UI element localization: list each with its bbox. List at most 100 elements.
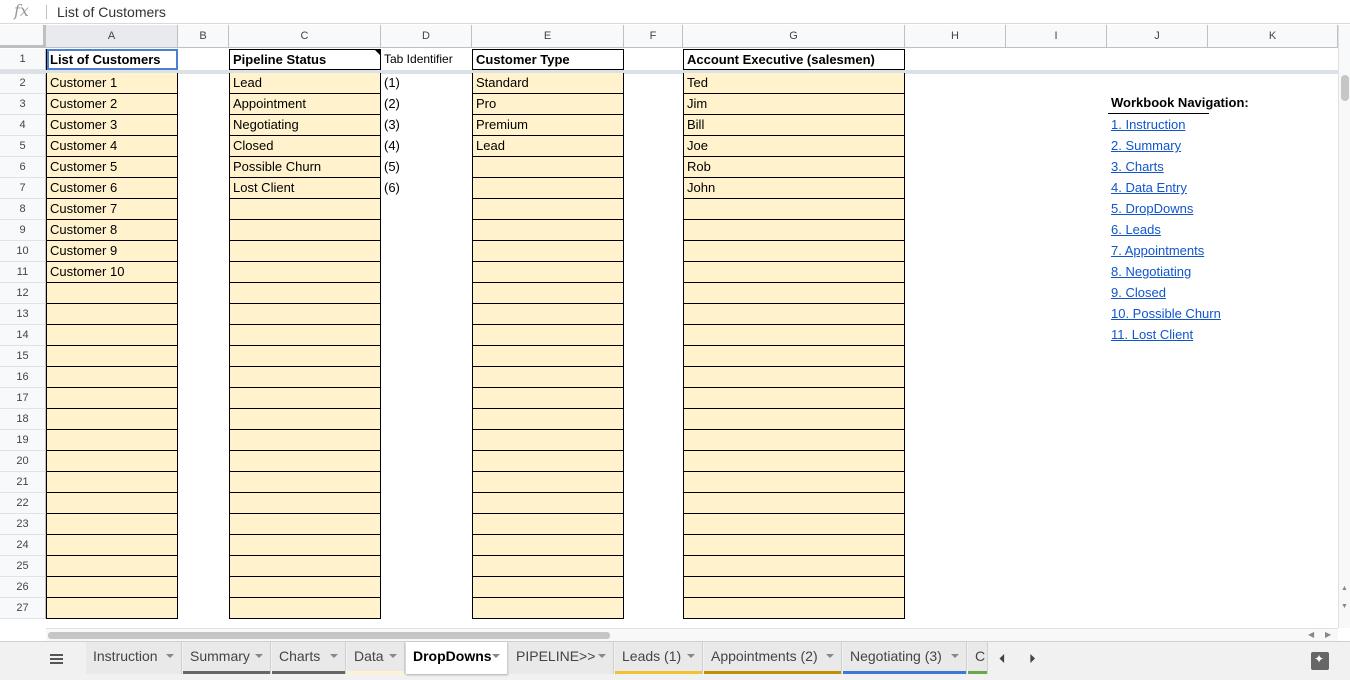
row-header-27[interactable]: 27	[0, 598, 46, 619]
header-list-of-customers[interactable]: List of Customers	[46, 49, 178, 70]
tab-menu-chevron-down-icon[interactable]	[330, 654, 338, 658]
column-header-g[interactable]: G	[683, 25, 905, 48]
tab-menu-chevron-down-icon[interactable]	[598, 654, 606, 658]
row-header-15[interactable]: 15	[0, 346, 46, 367]
customer-type-cell[interactable]	[472, 262, 624, 283]
nav-link-11[interactable]: 11. Lost Client	[1111, 327, 1193, 342]
sheet-tab-appointments-2[interactable]: Appointments (2)	[704, 642, 842, 674]
pipeline-status-cell[interactable]	[229, 535, 381, 556]
customer-cell[interactable]	[46, 493, 178, 514]
customer-type-cell[interactable]	[472, 283, 624, 304]
customer-cell[interactable]	[46, 346, 178, 367]
customer-type-cell[interactable]	[472, 472, 624, 493]
row-header-17[interactable]: 17	[0, 388, 46, 409]
scroll-left-icon[interactable]: ◀	[1308, 630, 1314, 639]
horizontal-scroll-thumb[interactable]	[48, 632, 610, 639]
customer-type-cell[interactable]	[472, 178, 624, 199]
sheet-tab-pipeline[interactable]: PIPELINE>>	[509, 642, 614, 674]
customer-type-cell[interactable]	[472, 220, 624, 241]
tab-menu-chevron-down-icon[interactable]	[166, 654, 174, 658]
row-header-12[interactable]: 12	[0, 283, 46, 304]
all-sheets-menu-icon[interactable]	[50, 653, 64, 667]
header-pipeline-status[interactable]: Pipeline Status	[229, 49, 381, 70]
account-executive-cell[interactable]: Bill	[683, 115, 905, 136]
sheet-tab-leads-1[interactable]: Leads (1)	[615, 642, 703, 674]
customer-type-cell[interactable]	[472, 430, 624, 451]
customer-cell[interactable]	[46, 409, 178, 430]
row-header-6[interactable]: 6	[0, 157, 46, 178]
row-header-18[interactable]: 18	[0, 409, 46, 430]
explore-icon[interactable]	[1311, 652, 1329, 670]
nav-link-1[interactable]: 1. Instruction	[1111, 117, 1185, 132]
customer-cell[interactable]	[46, 388, 178, 409]
pipeline-status-cell[interactable]: Possible Churn	[229, 157, 381, 178]
account-executive-cell[interactable]	[683, 472, 905, 493]
pipeline-status-cell[interactable]	[229, 325, 381, 346]
tab-identifier-cell[interactable]: (4)	[381, 136, 472, 157]
customer-cell[interactable]	[46, 556, 178, 577]
nav-link-10[interactable]: 10. Possible Churn	[1111, 306, 1221, 321]
pipeline-status-cell[interactable]: Closed	[229, 136, 381, 157]
account-executive-cell[interactable]	[683, 409, 905, 430]
account-executive-cell[interactable]	[683, 598, 905, 619]
customer-type-cell[interactable]: Lead	[472, 136, 624, 157]
customer-type-cell[interactable]	[472, 451, 624, 472]
row-header-20[interactable]: 20	[0, 451, 46, 472]
tab-menu-chevron-down-icon[interactable]	[826, 654, 834, 658]
customer-type-cell[interactable]	[472, 304, 624, 325]
row-header-19[interactable]: 19	[0, 430, 46, 451]
nav-link-9[interactable]: 9. Closed	[1111, 285, 1166, 300]
sheet-tab-c[interactable]: C	[968, 642, 988, 674]
customer-cell[interactable]	[46, 451, 178, 472]
customer-type-cell[interactable]	[472, 157, 624, 178]
header-customer-type[interactable]: Customer Type	[472, 49, 624, 70]
sheet-tab-negotiating-3[interactable]: Negotiating (3)	[843, 642, 967, 674]
tab-menu-chevron-down-icon[interactable]	[255, 654, 263, 658]
customer-cell[interactable]: Customer 2	[46, 94, 178, 115]
pipeline-status-cell[interactable]	[229, 598, 381, 619]
scroll-down-icon[interactable]: ▼	[1341, 603, 1348, 610]
sheet-tab-dropdowns[interactable]: DropDowns	[406, 642, 508, 674]
account-executive-cell[interactable]: Joe	[683, 136, 905, 157]
frozen-row-divider[interactable]	[0, 70, 1338, 74]
pipeline-status-cell[interactable]	[229, 367, 381, 388]
customer-type-cell[interactable]: Pro	[472, 94, 624, 115]
customer-type-cell[interactable]	[472, 241, 624, 262]
pipeline-status-cell[interactable]	[229, 346, 381, 367]
customer-type-cell[interactable]	[472, 346, 624, 367]
column-header-i[interactable]: I	[1006, 25, 1107, 48]
customer-cell[interactable]: Customer 7	[46, 199, 178, 220]
row-header-5[interactable]: 5	[0, 136, 46, 157]
column-header-a[interactable]: A	[46, 25, 178, 48]
header-tab-identifier[interactable]: Tab Identifier	[381, 49, 472, 70]
column-header-k[interactable]: K	[1208, 25, 1338, 48]
nav-link-7[interactable]: 7. Appointments	[1111, 243, 1204, 258]
customer-cell[interactable]	[46, 535, 178, 556]
customer-type-cell[interactable]: Standard	[472, 73, 624, 94]
nav-link-3[interactable]: 3. Charts	[1111, 159, 1164, 174]
formula-input[interactable]: List of Customers	[57, 4, 166, 20]
customer-cell[interactable]	[46, 325, 178, 346]
tabs-scroll-right-icon[interactable]: ⏵	[1029, 651, 1036, 667]
account-executive-cell[interactable]	[683, 514, 905, 535]
customer-cell[interactable]	[46, 472, 178, 493]
nav-link-4[interactable]: 4. Data Entry	[1111, 180, 1187, 195]
column-header-d[interactable]: D	[381, 25, 472, 48]
pipeline-status-cell[interactable]	[229, 577, 381, 598]
row-header-26[interactable]: 26	[0, 577, 46, 598]
pipeline-status-cell[interactable]	[229, 472, 381, 493]
pipeline-status-cell[interactable]	[229, 220, 381, 241]
row-header-9[interactable]: 9	[0, 220, 46, 241]
tabs-scroll-left-icon[interactable]: ⏴	[999, 651, 1006, 667]
pipeline-status-cell[interactable]: Negotiating	[229, 115, 381, 136]
customer-type-cell[interactable]	[472, 388, 624, 409]
customer-type-cell[interactable]	[472, 199, 624, 220]
nav-link-6[interactable]: 6. Leads	[1111, 222, 1161, 237]
account-executive-cell[interactable]	[683, 577, 905, 598]
pipeline-status-cell[interactable]	[229, 199, 381, 220]
pipeline-status-cell[interactable]	[229, 493, 381, 514]
row-header-2[interactable]: 2	[0, 73, 46, 94]
customer-cell[interactable]	[46, 283, 178, 304]
horizontal-scrollbar[interactable]: ◀ ▶	[46, 628, 1338, 641]
vertical-scrollbar[interactable]: ▲ ▼	[1338, 73, 1350, 628]
